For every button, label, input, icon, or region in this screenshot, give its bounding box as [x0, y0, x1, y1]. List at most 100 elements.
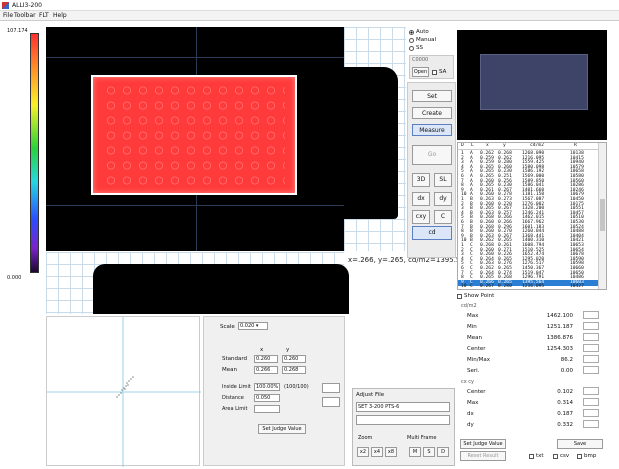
stat-judge-box[interactable] [583, 366, 599, 374]
results-table[interactable]: D L x y cd/m2 R 1 A 0.262 0.268 1268.090 1013… [457, 142, 607, 290]
txt-checkbox[interactable]: txt [529, 453, 544, 459]
judge-form: Scale 0.020 ▾ x y Standard 0.260 0.260 M… [203, 316, 345, 466]
table-cell: C [470, 284, 473, 290]
adjust-file-input[interactable]: SET 3-200 PTS-6 [356, 402, 450, 412]
stat-label: Min [467, 324, 477, 330]
stat-value: 0.332 [557, 422, 573, 428]
area-limit-input[interactable] [254, 405, 280, 413]
stat-row: dy 0.332 [463, 420, 603, 430]
radio-icon [409, 45, 414, 51]
mean-y-input[interactable]: 0.268 [282, 366, 306, 374]
stat-row: Center 0.102 [463, 387, 603, 397]
menu-help[interactable]: Help [53, 12, 67, 19]
stat-value: 86.2 [560, 357, 573, 363]
checkbox-icon [553, 453, 558, 459]
scroll-thumb[interactable] [600, 199, 605, 231]
menu-toolbar[interactable]: Toolbar [14, 12, 36, 19]
zoom-x4-button[interactable]: x4 [371, 447, 383, 457]
zoom-x2-button[interactable]: x2 [357, 447, 369, 457]
radio-ss[interactable]: SS [409, 45, 423, 51]
stat-row: Min/Max 86.2 [463, 355, 603, 365]
form-set-judge-button[interactable]: Set Judge Value [258, 424, 306, 434]
dy-button[interactable]: dy [434, 192, 452, 206]
show-point-label: Show Point [464, 293, 495, 299]
vertical-profile-area [344, 67, 398, 219]
inside-limit-ratio: (100/100) [284, 384, 309, 390]
show-point-checkbox[interactable]: Show Point [457, 293, 494, 299]
horizontal-profile-area [93, 264, 349, 314]
frame-d-button[interactable]: D [437, 447, 449, 457]
radio-manual[interactable]: Manual [409, 37, 436, 43]
3d-button[interactable]: 3D [412, 173, 430, 187]
side-box-1[interactable] [322, 383, 340, 393]
sa-checkbox[interactable]: SA [432, 69, 446, 75]
checkbox-icon [432, 69, 437, 75]
radio-auto[interactable]: Auto [409, 29, 429, 35]
table-row[interactable]: 10 C 0.267 0.280 1216.095 10427 [458, 284, 599, 290]
stat-label: Seri. [467, 368, 480, 374]
cxy-button[interactable]: cxy [412, 210, 430, 224]
standard-label: Standard [222, 356, 248, 362]
section-cdm2: cd/m2 [461, 303, 477, 309]
stat-value: 1251.187 [546, 324, 573, 330]
zoom-x8-button[interactable]: x8 [385, 447, 397, 457]
chevron-down-icon: ▾ [255, 323, 259, 329]
frame-s-button[interactable]: S [423, 447, 435, 457]
stat-label: Center [467, 346, 486, 352]
menu-file[interactable]: File [3, 12, 13, 19]
standard-x-input[interactable]: 0.260 [254, 355, 278, 363]
set-judge-button[interactable]: Set Judge Value [460, 439, 506, 449]
preview-image [457, 30, 607, 140]
stat-judge-box[interactable] [583, 322, 599, 330]
create-button[interactable]: Create [412, 107, 452, 119]
c-button[interactable]: C [434, 210, 452, 224]
reset-result-button[interactable]: Reset Result [460, 451, 506, 461]
table-scrollbar[interactable] [598, 143, 606, 289]
stat-judge-box[interactable] [583, 355, 599, 363]
menu-bar: File Toolbar FLT Help [0, 11, 619, 21]
stat-label: dx [467, 411, 474, 417]
stat-judge-box[interactable] [583, 387, 599, 395]
frame-m-button[interactable]: M [409, 447, 421, 457]
stat-label: dy [467, 422, 474, 428]
cd-button[interactable]: cd [412, 226, 452, 240]
col-y: y [503, 143, 506, 148]
stat-judge-box[interactable] [583, 311, 599, 319]
col-x: x [486, 143, 489, 148]
side-box-2[interactable] [322, 397, 340, 407]
stat-row: Min 1251.187 [463, 322, 603, 332]
color-gradient [30, 33, 39, 273]
chromaticity-plot [46, 316, 201, 467]
stat-judge-box[interactable] [583, 333, 599, 341]
adjust-file-panel: Adjust File SET 3-200 PTS-6 Zoom Multi F… [352, 388, 455, 466]
measurement-points [103, 83, 285, 187]
camera-image[interactable] [46, 27, 344, 251]
go-button[interactable]: Go [412, 145, 452, 165]
mean-x-input[interactable]: 0.266 [254, 366, 278, 374]
radio-icon [409, 37, 414, 43]
measure-button[interactable]: Measure [412, 124, 452, 136]
distance-input[interactable]: 0.050 [254, 394, 280, 402]
open-button[interactable]: Open [412, 67, 429, 77]
mode-group: Auto Manual SS [407, 27, 457, 53]
csv-checkbox[interactable]: csv [553, 453, 569, 459]
scale-min-label: 0.000 [7, 275, 22, 281]
stat-judge-box[interactable] [583, 398, 599, 406]
scale-select[interactable]: 0.020 ▾ [238, 322, 268, 330]
plot-svg [47, 317, 201, 467]
bmp-checkbox[interactable]: bmp [577, 453, 596, 459]
stat-judge-box[interactable] [583, 344, 599, 352]
stat-judge-box[interactable] [583, 409, 599, 417]
inside-limit-value: 100.00% [254, 383, 280, 391]
dx-button[interactable]: dx [412, 192, 430, 206]
stat-judge-box[interactable] [583, 420, 599, 428]
region-code: C0000 [412, 57, 429, 63]
csv-label: csv [560, 453, 570, 459]
adjust-file-input-2[interactable] [356, 415, 450, 425]
standard-y-input[interactable]: 0.260 [282, 355, 306, 363]
sl-button[interactable]: SL [434, 173, 452, 187]
vertical-profile [344, 27, 406, 251]
set-button[interactable]: Set [412, 90, 452, 102]
save-button[interactable]: Save [557, 439, 603, 449]
menu-flt[interactable]: FLT [39, 12, 49, 19]
